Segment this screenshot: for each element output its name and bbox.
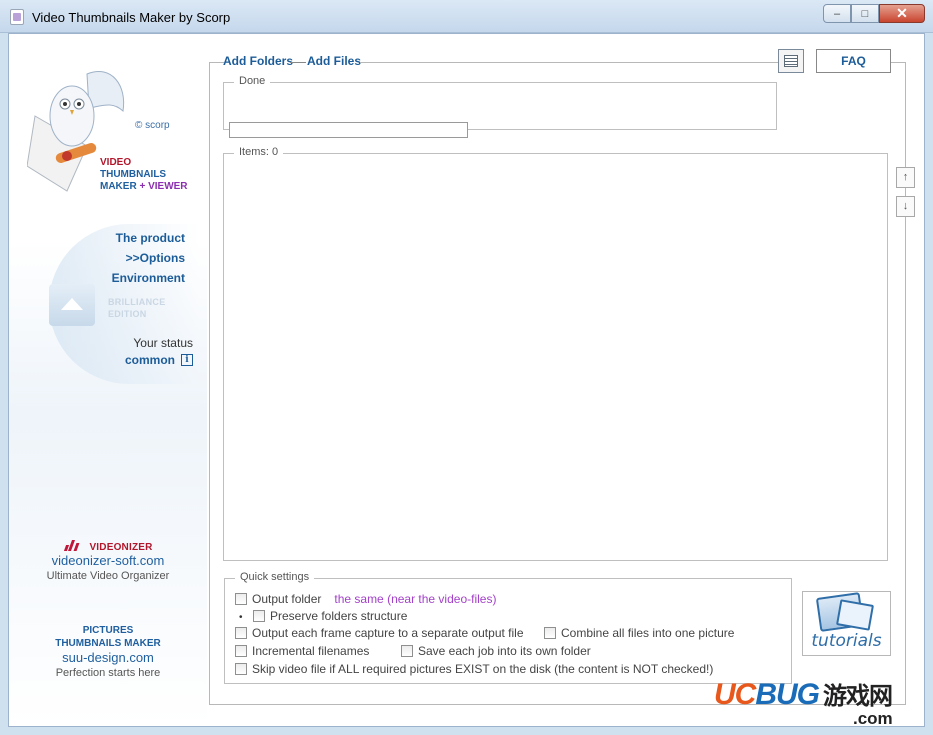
pictures-promo[interactable]: PICTURES THUMBNAILS MAKER suu-design.com… [9, 624, 207, 680]
minimize-button[interactable]: – [823, 4, 851, 23]
watermark-com: .com [853, 709, 893, 728]
videonizer-tagline: Ultimate Video Organizer [46, 570, 170, 582]
sidebar: © scorp VIDEO THUMBNAILS MAKER + VIEWER … [9, 34, 207, 726]
videonizer-link[interactable]: videonizer-soft.com [9, 553, 207, 569]
videonizer-title: VIDEONIZER [9, 539, 207, 553]
brand-logo-text: VIDEO THUMBNAILS MAKER + VIEWER [100, 157, 188, 193]
pictures-title-2: THUMBNAILS MAKER [55, 638, 161, 649]
status-text: Done [234, 75, 271, 87]
preserve-structure-label: Preserve folders structure [270, 609, 408, 623]
brand-line-3: MAKER + VIEWER [100, 181, 188, 193]
eject-icon [49, 284, 95, 326]
own-folder-row: Save each job into its own folder [401, 644, 591, 658]
tutorials-button[interactable]: tutorials [802, 591, 891, 656]
tutorials-label: tutorials [811, 631, 882, 651]
watermark-uc: UC [714, 678, 756, 711]
combine-all-checkbox[interactable] [544, 627, 556, 639]
link-separator [290, 62, 306, 63]
incremental-row: Incremental filenames [235, 644, 369, 658]
brand-viewer: + VIEWER [139, 181, 188, 192]
close-button[interactable]: ✕ [879, 4, 925, 23]
items-list[interactable]: Items: 0 [223, 146, 888, 561]
edition-line-1: BRILLIANCE [108, 297, 166, 307]
output-folder-label: Output folder [252, 592, 322, 606]
incremental-label: Incremental filenames [252, 644, 370, 658]
nav-environment[interactable]: Environment [112, 268, 185, 288]
add-folders-link[interactable]: Add Folders [223, 54, 293, 68]
skip-existing-label: Skip video file if ALL required pictures… [252, 662, 714, 676]
nav-options[interactable]: >>Options [112, 248, 185, 268]
progress-bar [229, 122, 468, 138]
sidebar-nav: The product >>Options Environment [112, 228, 185, 288]
output-folder-row: Output folder the same (near the video-f… [235, 592, 496, 606]
edition-label: BRILLIANCE EDITION [108, 296, 166, 320]
videonizer-name: VIDEONIZER [89, 542, 153, 553]
title-bar[interactable]: Video Thumbnails Maker by Scorp – □ ✕ [0, 0, 933, 33]
window-title: Video Thumbnails Maker by Scorp [32, 10, 231, 25]
copyright-label: © scorp [135, 120, 170, 131]
incremental-checkbox[interactable] [235, 645, 247, 657]
app-icon [10, 9, 24, 25]
top-border-line [360, 62, 780, 63]
edition-line-2: EDITION [108, 309, 147, 319]
window-controls: – □ ✕ [823, 4, 925, 23]
tutorials-picture2-icon [836, 599, 874, 631]
ucbug-watermark: UCBUG 游戏网 [714, 676, 893, 712]
bullet-glyph: • [239, 612, 243, 623]
status-value[interactable]: common [125, 353, 175, 367]
combine-all-label: Combine all files into one picture [561, 626, 735, 640]
combine-all-row: Combine all files into one picture [544, 626, 734, 640]
faq-button[interactable]: FAQ [816, 49, 891, 73]
brand-line-1: VIDEO [100, 157, 132, 168]
preserve-structure-checkbox[interactable] [253, 610, 265, 622]
nav-the-product[interactable]: The product [112, 228, 185, 248]
own-folder-label: Save each job into its own folder [418, 644, 591, 658]
list-view-button[interactable] [778, 49, 804, 73]
videonizer-logo-icon [63, 539, 85, 551]
maximize-button[interactable]: □ [851, 4, 879, 23]
quick-settings-title: Quick settings [235, 571, 315, 583]
each-frame-checkbox[interactable] [235, 627, 247, 639]
each-frame-label: Output each frame capture to a separate … [252, 626, 524, 640]
output-folder-checkbox[interactable] [235, 593, 247, 605]
status-row: common i [125, 353, 193, 367]
pictures-title-1: PICTURES [82, 625, 134, 636]
brand-maker: MAKER [100, 181, 137, 192]
window-client: © scorp VIDEO THUMBNAILS MAKER + VIEWER … [8, 33, 925, 727]
pictures-tagline: Perfection starts here [55, 667, 161, 679]
info-icon[interactable]: i [181, 354, 193, 366]
brand-line-2: THUMBNAILS [100, 169, 167, 180]
move-down-button[interactable]: ↓ [896, 196, 915, 217]
status-label: Your status [133, 336, 193, 350]
move-up-button[interactable]: ↑ [896, 167, 915, 188]
items-count: Items: 0 [234, 146, 284, 158]
videonizer-promo[interactable]: VIDEONIZER videonizer-soft.com Ultimate … [9, 539, 207, 583]
skip-existing-checkbox[interactable] [235, 663, 247, 675]
preserve-structure-row: Preserve folders structure [253, 609, 407, 623]
skip-existing-row: Skip video file if ALL required pictures… [235, 662, 713, 676]
watermark-bug: BUG [755, 678, 820, 711]
output-folder-value[interactable]: the same (near the video-files) [334, 592, 496, 606]
pictures-link[interactable]: suu-design.com [9, 650, 207, 666]
add-files-link[interactable]: Add Files [307, 54, 361, 68]
own-folder-checkbox[interactable] [401, 645, 413, 657]
list-icon [784, 55, 798, 67]
watermark-cn: 游戏网 [823, 683, 893, 710]
each-frame-row: Output each frame capture to a separate … [235, 626, 524, 640]
